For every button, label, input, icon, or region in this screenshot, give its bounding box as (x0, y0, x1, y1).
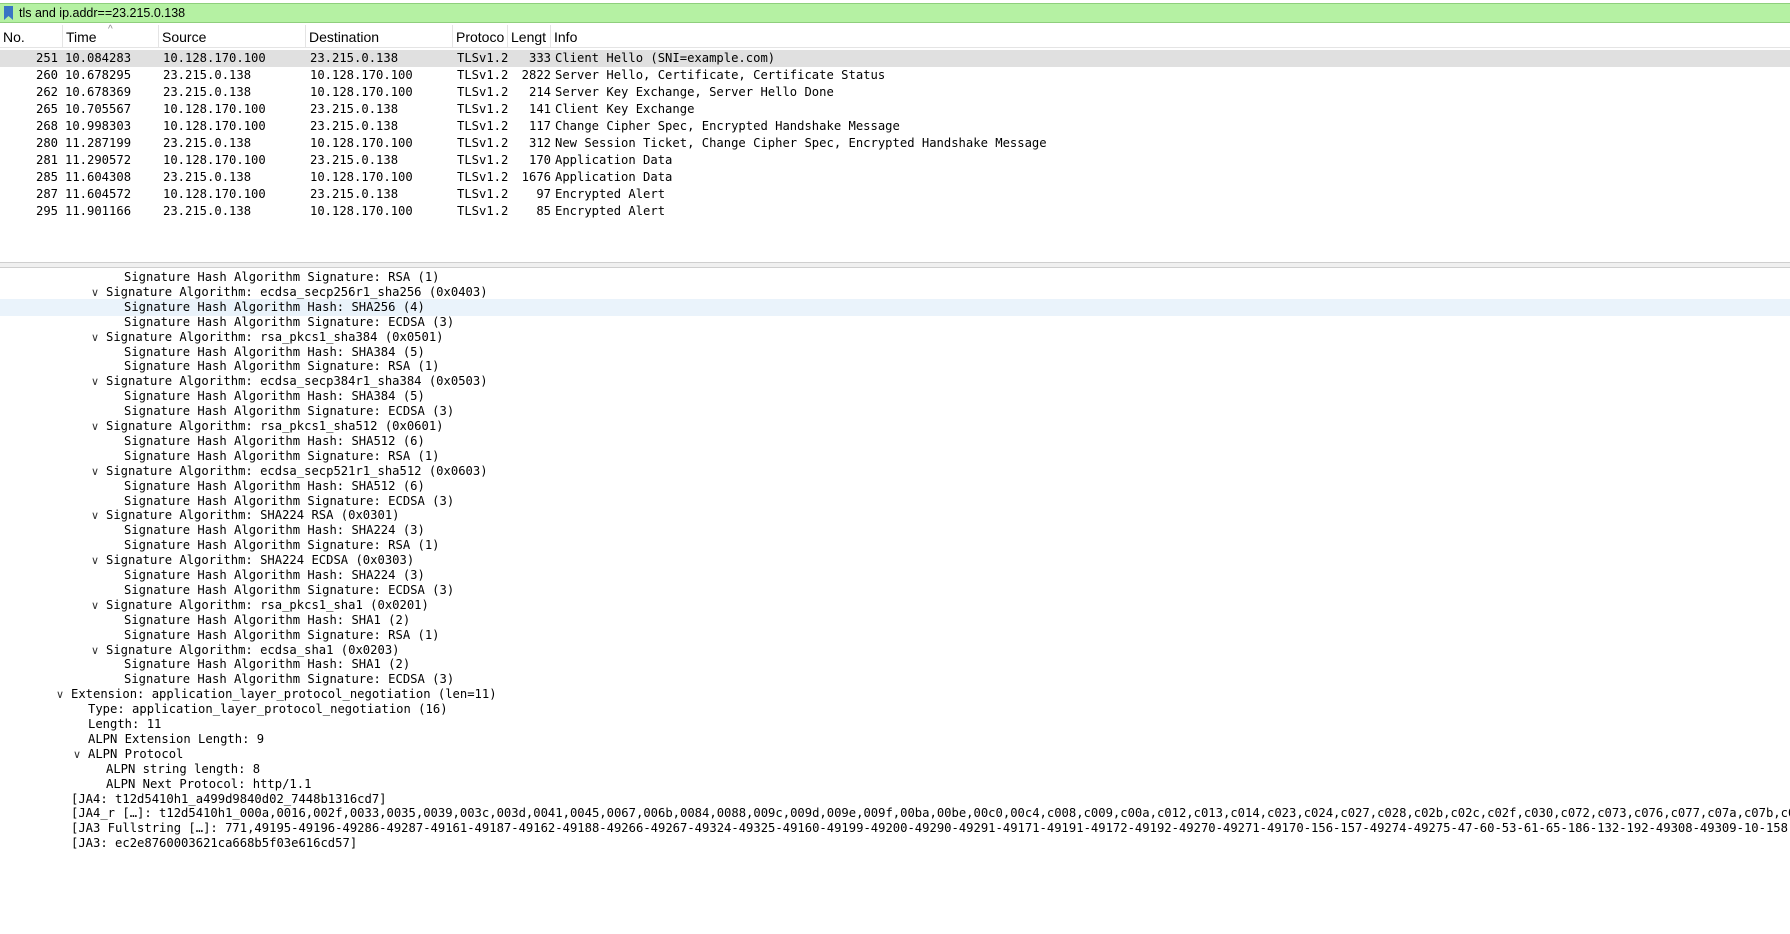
packet-no: 281 (35, 153, 58, 167)
column-header-length[interactable]: Lengt (508, 25, 551, 47)
packet-time: 10.998303 (65, 119, 132, 133)
packet-protocol: TLSv1.2 (457, 102, 509, 116)
packet-protocol: TLSv1.2 (457, 204, 509, 218)
packet-destination: 10.128.170.100 (310, 136, 413, 150)
packet-destination: 10.128.170.100 (310, 170, 413, 184)
packet-no: 285 (35, 170, 58, 184)
packet-time: 11.901166 (65, 204, 132, 218)
packet-length: 2822 (521, 68, 551, 82)
packet-protocol: TLSv1.2 (457, 187, 509, 201)
packet-source: 23.215.0.138 (163, 170, 252, 184)
packet-row[interactable]: 260 10.678295 23.215.0.138 10.128.170.100 TL… (0, 67, 1790, 84)
packet-source: 23.215.0.138 (163, 85, 252, 99)
column-header-source[interactable]: Source (159, 25, 306, 47)
packet-info: Encrypted Alert (555, 187, 666, 201)
packet-details-tree[interactable]: Signature Hash Algorithm Signature: RSA … (0, 268, 1790, 934)
packet-protocol: TLSv1.2 (457, 153, 509, 167)
packet-no: 295 (35, 204, 58, 218)
packet-length: 141 (528, 102, 551, 116)
packet-list[interactable]: No. Time Source Destination Protoco Leng… (0, 24, 1790, 266)
packet-destination: 10.128.170.100 (310, 204, 413, 218)
packet-destination: 10.128.170.100 (310, 68, 413, 82)
detail-tree-label: [JA3: ec2e8760003621ca668b5f03e616cd57] (71, 836, 358, 851)
packet-info: New Session Ticket, Change Cipher Spec, … (555, 136, 1047, 150)
packet-no: 260 (35, 68, 58, 82)
packet-no: 268 (35, 119, 58, 133)
packet-destination: 23.215.0.138 (310, 102, 399, 116)
packet-row[interactable]: 281 11.290572 10.128.170.100 23.215.0.138 TL… (0, 152, 1790, 169)
packet-length: 85 (536, 204, 551, 218)
packet-time: 10.705567 (65, 102, 132, 116)
packet-destination: 23.215.0.138 (310, 187, 399, 201)
packet-row[interactable]: 285 11.604308 23.215.0.138 10.128.170.100 TL… (0, 169, 1790, 186)
packet-source: 23.215.0.138 (163, 204, 252, 218)
packet-info: Server Hello, Certificate, Certificate S… (555, 68, 886, 82)
packet-destination: 23.215.0.138 (310, 119, 399, 133)
bookmark-icon[interactable] (3, 6, 14, 20)
packet-row[interactable]: 268 10.998303 10.128.170.100 23.215.0.138 TL… (0, 118, 1790, 135)
packet-info: Application Data (555, 170, 673, 184)
packet-no: 265 (35, 102, 58, 116)
packet-destination: 10.128.170.100 (310, 85, 413, 99)
column-header-no[interactable]: No. (0, 25, 63, 47)
packet-protocol: TLSv1.2 (457, 119, 509, 133)
detail-tree-item[interactable]: [JA3: ec2e8760003621ca668b5f03e616cd57] (0, 835, 1790, 852)
packet-protocol: TLSv1.2 (457, 170, 509, 184)
packet-row[interactable]: 280 11.287199 23.215.0.138 10.128.170.100 TL… (0, 135, 1790, 152)
packet-length: 170 (528, 153, 551, 167)
packet-info: Server Key Exchange, Server Hello Done (555, 85, 834, 99)
packet-info: Application Data (555, 153, 673, 167)
packet-length: 97 (536, 187, 551, 201)
packet-protocol: TLSv1.2 (457, 68, 509, 82)
packet-info: Client Hello (SNI=example.com) (555, 51, 776, 65)
packet-row[interactable]: 262 10.678369 23.215.0.138 10.128.170.100 TL… (0, 84, 1790, 101)
packet-time: 10.084283 (65, 51, 132, 65)
packet-info: Encrypted Alert (555, 204, 666, 218)
packet-time: 11.604572 (65, 187, 132, 201)
packet-source: 10.128.170.100 (163, 102, 266, 116)
packet-rows: 251 10.084283 10.128.170.100 23.215.0.138 TL… (0, 50, 1790, 220)
packet-info: Client Key Exchange (555, 102, 695, 116)
packet-no: 287 (35, 187, 58, 201)
packet-length: 1676 (521, 170, 551, 184)
packet-destination: 23.215.0.138 (310, 153, 399, 167)
packet-destination: 23.215.0.138 (310, 51, 399, 65)
packet-row[interactable]: 251 10.084283 10.128.170.100 23.215.0.138 TL… (0, 50, 1790, 67)
packet-length: 333 (528, 51, 551, 65)
packet-time: 11.604308 (65, 170, 132, 184)
display-filter-bar[interactable]: tls and ip.addr==23.215.0.138 (0, 3, 1790, 23)
packet-length: 117 (528, 119, 551, 133)
packet-protocol: TLSv1.2 (457, 136, 509, 150)
packet-row[interactable]: 295 11.901166 23.215.0.138 10.128.170.100 TL… (0, 203, 1790, 220)
packet-time: 10.678369 (65, 85, 132, 99)
packet-time: 11.290572 (65, 153, 132, 167)
packet-protocol: TLSv1.2 (457, 51, 509, 65)
packet-time: 10.678295 (65, 68, 132, 82)
sort-ascending-icon: ^ (108, 24, 113, 35)
packet-length: 312 (528, 136, 551, 150)
packet-no: 251 (35, 51, 58, 65)
packet-source: 10.128.170.100 (163, 119, 266, 133)
packet-protocol: TLSv1.2 (457, 85, 509, 99)
packet-source: 10.128.170.100 (163, 153, 266, 167)
packet-no: 262 (35, 85, 58, 99)
packet-row[interactable]: 265 10.705567 10.128.170.100 23.215.0.138 TL… (0, 101, 1790, 118)
packet-source: 23.215.0.138 (163, 136, 252, 150)
packet-no: 280 (35, 136, 58, 150)
packet-source: 10.128.170.100 (163, 51, 266, 65)
packet-source: 23.215.0.138 (163, 68, 252, 82)
packet-list-header: No. Time Source Destination Protoco Leng… (0, 24, 1790, 48)
column-header-protocol[interactable]: Protoco (453, 25, 508, 47)
display-filter-input[interactable]: tls and ip.addr==23.215.0.138 (19, 4, 185, 22)
column-header-info[interactable]: Info (551, 25, 1790, 47)
packet-time: 11.287199 (65, 136, 132, 150)
packet-length: 214 (528, 85, 551, 99)
packet-info: Change Cipher Spec, Encrypted Handshake … (555, 119, 900, 133)
packet-source: 10.128.170.100 (163, 187, 266, 201)
column-header-destination[interactable]: Destination (306, 25, 453, 47)
packet-row[interactable]: 287 11.604572 10.128.170.100 23.215.0.138 TL… (0, 186, 1790, 203)
